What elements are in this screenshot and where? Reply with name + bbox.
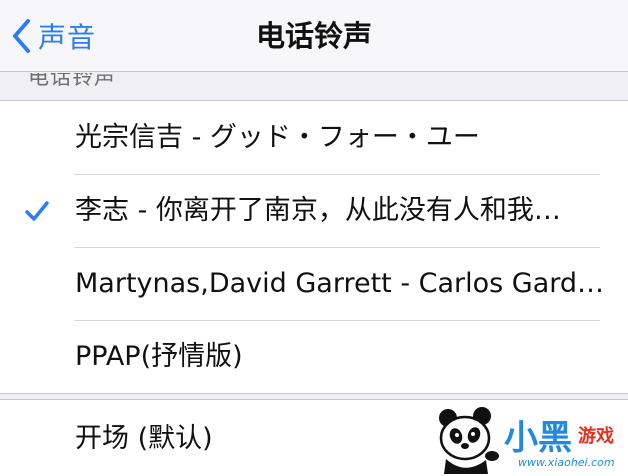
ringtone-label: 光宗信吉 - グッド・フォー・ユー bbox=[75, 122, 480, 153]
section-header: 电话铃声 bbox=[0, 73, 628, 100]
ringtone-label: Martynas,David Garrett - Carlos Gardel… bbox=[75, 268, 605, 299]
navigation-bar: 声音 电话铃声 bbox=[0, 0, 628, 72]
watermark-logo: 小黑 bbox=[504, 418, 572, 458]
ringtone-list: 光宗信吉 - グッド・フォー・ユー 李志 - 你离开了南京，从此没有人和我… M… bbox=[0, 100, 628, 394]
watermark-sub: 游戏 bbox=[578, 426, 614, 447]
ringtone-label: PPAP(抒情版) bbox=[75, 341, 243, 372]
watermark-url: www.xiaohei.com bbox=[518, 456, 615, 469]
checkmark-icon bbox=[25, 201, 49, 221]
ringtone-row[interactable]: PPAP(抒情版) bbox=[0, 320, 628, 393]
page-title: 电话铃声 bbox=[255, 19, 372, 53]
ringtone-row[interactable]: 光宗信吉 - グッド・フォー・ユー bbox=[0, 101, 628, 174]
ringtone-label: 李志 - 你离开了南京，从此没有人和我… bbox=[75, 195, 561, 226]
section-header-label: 电话铃声 bbox=[28, 73, 116, 89]
ringtone-row[interactable]: Martynas,David Garrett - Carlos Gardel… bbox=[0, 247, 628, 320]
panda-mascot-icon bbox=[439, 407, 499, 474]
ringtone-row-selected[interactable]: 李志 - 你离开了南京，从此没有人和我… bbox=[0, 174, 628, 247]
watermark: 小黑 游戏 www.xiaohei.com bbox=[432, 404, 628, 476]
